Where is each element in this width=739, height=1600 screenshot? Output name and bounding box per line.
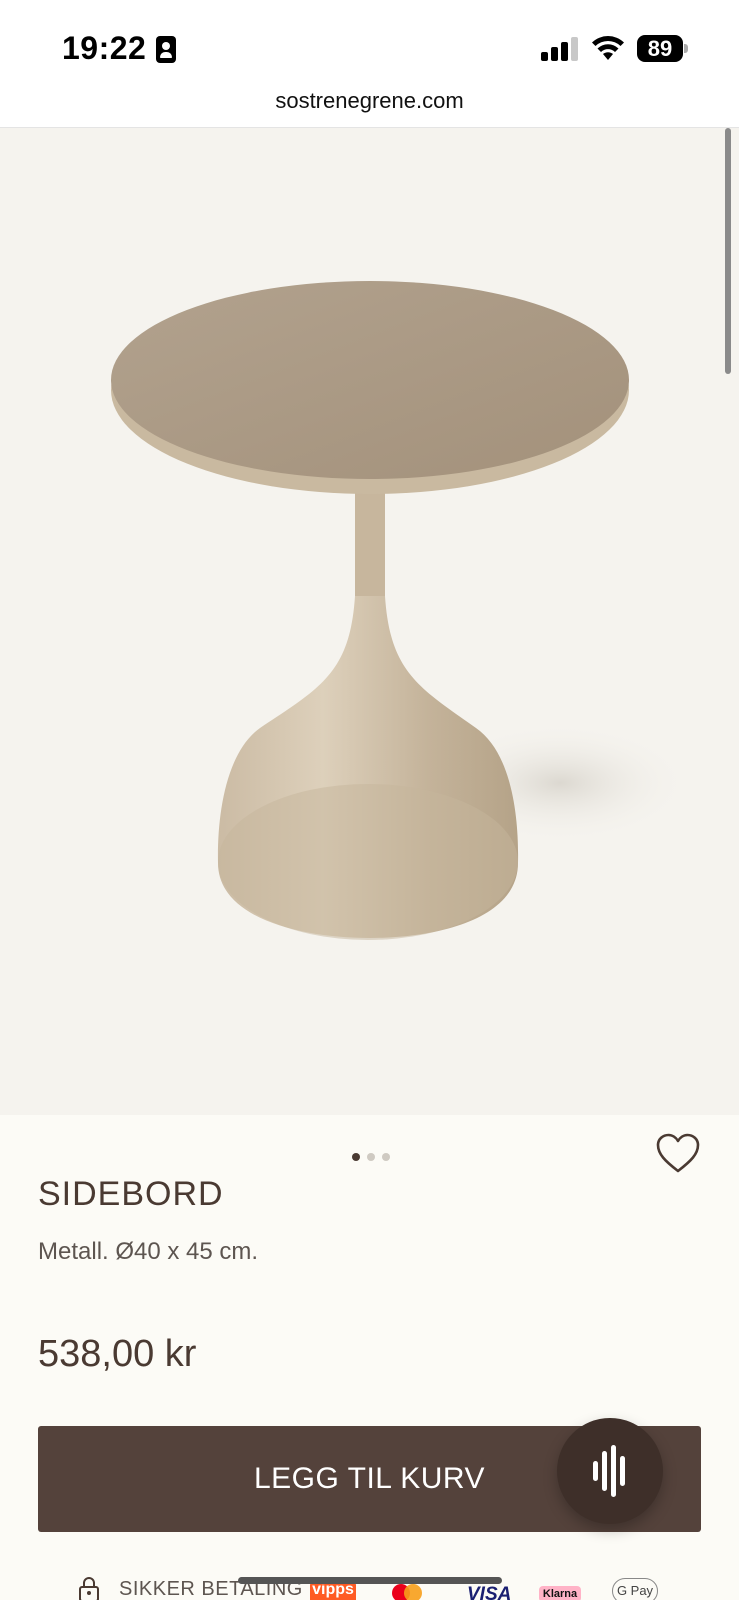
page-scrollbar[interactable]: [725, 128, 731, 374]
secure-payment-row: SIKKER BETALING vipps VISA Klarna G Pay: [0, 1568, 739, 1600]
battery-level: 89: [647, 36, 673, 61]
browser-address-bar[interactable]: sostrenegrene.com: [0, 84, 739, 128]
voice-assistant-button[interactable]: [557, 1418, 663, 1524]
product-price: 538,00 kr: [38, 1333, 197, 1375]
status-bar: 19:22 89: [0, 0, 739, 92]
visa-logo: VISA: [467, 1584, 512, 1600]
cellular-signal-icon: [541, 37, 579, 61]
side-table-illustration: [111, 281, 690, 940]
url-text[interactable]: sostrenegrene.com: [0, 88, 739, 114]
contact-card-icon: [156, 36, 176, 63]
carousel-dot-2[interactable]: [367, 1153, 375, 1161]
product-title: SIDEBORD: [38, 1175, 224, 1213]
product-description: Metall. Ø40 x 45 cm.: [38, 1238, 259, 1265]
wifi-icon: [592, 36, 624, 60]
google-pay-logo: G Pay: [612, 1578, 658, 1600]
carousel-dot-3[interactable]: [382, 1153, 390, 1161]
battery-icon: 89: [637, 35, 689, 62]
side-table-image[interactable]: [0, 128, 739, 1115]
carousel-dot-1[interactable]: [352, 1153, 360, 1161]
klarna-logo: Klarna: [539, 1586, 581, 1600]
heart-icon[interactable]: [655, 1133, 701, 1175]
image-carousel-dots[interactable]: [352, 1153, 397, 1163]
lock-icon: [79, 1577, 99, 1600]
status-time: 19:22: [62, 30, 147, 66]
home-indicator[interactable]: [238, 1577, 502, 1584]
